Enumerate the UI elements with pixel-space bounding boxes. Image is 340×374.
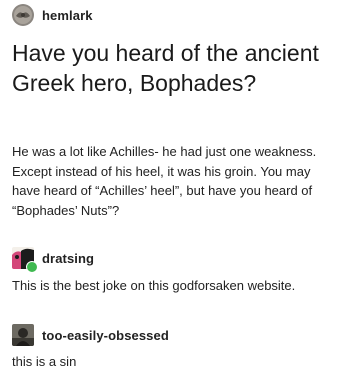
post-author-header[interactable]: hemlark [12, 4, 93, 26]
reply-author-username[interactable]: too-easily-obsessed [42, 328, 169, 343]
reply-author-username[interactable]: dratsing [42, 251, 94, 266]
avatar[interactable] [12, 324, 34, 346]
post-title: Have you heard of the ancient Greek hero… [12, 40, 319, 96]
reply-author-header[interactable]: too-easily-obsessed [12, 324, 169, 346]
post-author-username[interactable]: hemlark [42, 8, 93, 23]
reply-author-header[interactable]: dratsing [12, 247, 94, 273]
avatar-wrapper[interactable] [12, 247, 38, 273]
gray-moth-avatar-icon [12, 4, 34, 26]
badge-icon [26, 261, 38, 273]
reply-text: This is the best joke on this godforsake… [12, 278, 296, 293]
dark-figure-avatar-icon [12, 324, 34, 346]
reply-text: this is a sin [12, 354, 77, 369]
avatar[interactable] [12, 4, 34, 26]
post-body: He was a lot like Achilles- he had just … [12, 144, 317, 218]
